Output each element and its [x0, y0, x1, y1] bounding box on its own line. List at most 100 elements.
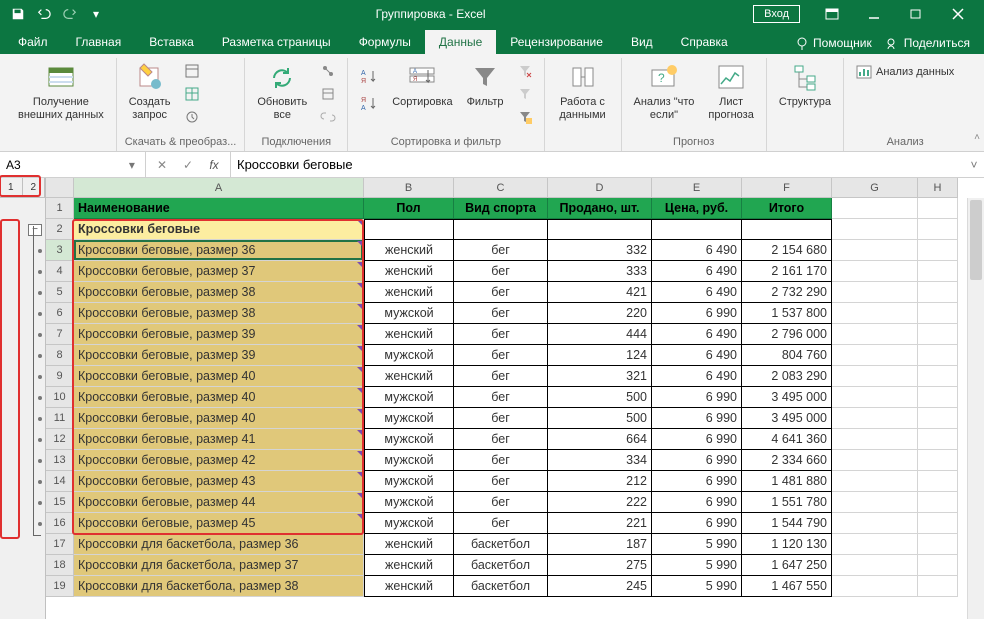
cell-d-17[interactable]: 187 [548, 534, 652, 555]
col-header-A[interactable]: A [74, 178, 364, 198]
cell-e-11[interactable]: 6 990 [652, 408, 742, 429]
group-header-cell[interactable]: Кроссовки беговые [74, 219, 364, 240]
row-header-19[interactable]: 19 [46, 576, 74, 597]
tab-layout[interactable]: Разметка страницы [208, 30, 345, 54]
cell-e-14[interactable]: 6 990 [652, 471, 742, 492]
empty-cell[interactable] [918, 219, 958, 240]
empty-cell[interactable] [918, 534, 958, 555]
row-header-4[interactable]: 4 [46, 261, 74, 282]
data-cell[interactable] [742, 219, 832, 240]
cell-a-6[interactable]: Кроссовки беговые, размер 38 [74, 303, 364, 324]
cell-d-10[interactable]: 500 [548, 387, 652, 408]
cell-f-15[interactable]: 1 551 780 [742, 492, 832, 513]
cell-b-11[interactable]: мужской [364, 408, 454, 429]
empty-cell[interactable] [918, 240, 958, 261]
cell-d-7[interactable]: 444 [548, 324, 652, 345]
data-analysis-button[interactable]: Анализ данных [852, 62, 958, 82]
cell-d-14[interactable]: 212 [548, 471, 652, 492]
cell-f-16[interactable]: 1 544 790 [742, 513, 832, 534]
cell-c-8[interactable]: бег [454, 345, 548, 366]
cell-b-16[interactable]: мужской [364, 513, 454, 534]
cell-a-10[interactable]: Кроссовки беговые, размер 40 [74, 387, 364, 408]
cell-c-7[interactable]: бег [454, 324, 548, 345]
show-queries-button[interactable] [181, 60, 203, 82]
formula-input[interactable] [237, 157, 958, 172]
data-cell[interactable] [548, 219, 652, 240]
cell-c-16[interactable]: бег [454, 513, 548, 534]
tab-home[interactable]: Главная [62, 30, 136, 54]
col-header-G[interactable]: G [832, 178, 918, 198]
cell-f-7[interactable]: 2 796 000 [742, 324, 832, 345]
collapse-ribbon-icon[interactable]: ˄ [974, 132, 980, 143]
cell-c-18[interactable]: баскетбол [454, 555, 548, 576]
empty-cell[interactable] [832, 492, 918, 513]
empty-cell[interactable] [918, 471, 958, 492]
ribbon-options-icon[interactable] [812, 1, 852, 27]
empty-cell[interactable] [832, 471, 918, 492]
qat-customize-icon[interactable]: ▾ [84, 2, 108, 26]
cell-e-3[interactable]: 6 490 [652, 240, 742, 261]
cell-b-6[interactable]: мужской [364, 303, 454, 324]
tell-me-button[interactable]: Помощник [795, 36, 872, 50]
cell-a-14[interactable]: Кроссовки беговые, размер 43 [74, 471, 364, 492]
cell-a-4[interactable]: Кроссовки беговые, размер 37 [74, 261, 364, 282]
row-header-3[interactable]: 3 [46, 240, 74, 261]
cell-f-8[interactable]: 804 760 [742, 345, 832, 366]
undo-button[interactable] [32, 2, 56, 26]
sort-az-button[interactable]: AЯ [356, 64, 382, 90]
cell-d-6[interactable]: 220 [548, 303, 652, 324]
filter-button[interactable]: Фильтр [463, 58, 508, 113]
cell-d-12[interactable]: 664 [548, 429, 652, 450]
cell-d-13[interactable]: 334 [548, 450, 652, 471]
cell-b-18[interactable]: женский [364, 555, 454, 576]
properties-button[interactable] [317, 83, 339, 105]
sort-button[interactable]: AЯ Сортировка [388, 58, 456, 113]
col-header-C[interactable]: C [454, 178, 548, 198]
row-header-9[interactable]: 9 [46, 366, 74, 387]
empty-cell[interactable] [832, 387, 918, 408]
cell-e-17[interactable]: 5 990 [652, 534, 742, 555]
data-cell[interactable] [652, 219, 742, 240]
row-header-14[interactable]: 14 [46, 471, 74, 492]
cell-d-9[interactable]: 321 [548, 366, 652, 387]
empty-cell[interactable] [918, 450, 958, 471]
cell-a-17[interactable]: Кроссовки для баскетбола, размер 36 [74, 534, 364, 555]
cell-a-16[interactable]: Кроссовки беговые, размер 45 [74, 513, 364, 534]
empty-cell[interactable] [832, 513, 918, 534]
cell-d-5[interactable]: 421 [548, 282, 652, 303]
cell-a-7[interactable]: Кроссовки беговые, размер 39 [74, 324, 364, 345]
advanced-filter-button[interactable] [514, 106, 536, 128]
empty-cell[interactable] [832, 345, 918, 366]
cell-d-4[interactable]: 333 [548, 261, 652, 282]
empty-cell[interactable] [918, 261, 958, 282]
cell-e-16[interactable]: 6 990 [652, 513, 742, 534]
cell-b-19[interactable]: женский [364, 576, 454, 597]
refresh-all-button[interactable]: Обновить все [253, 58, 311, 125]
structure-button[interactable]: Структура [775, 58, 835, 113]
empty-cell[interactable] [832, 219, 918, 240]
cell-f-11[interactable]: 3 495 000 [742, 408, 832, 429]
cell-d-16[interactable]: 221 [548, 513, 652, 534]
cell-b-13[interactable]: мужской [364, 450, 454, 471]
cell-f-13[interactable]: 2 334 660 [742, 450, 832, 471]
row-header-17[interactable]: 17 [46, 534, 74, 555]
empty-cell[interactable] [918, 492, 958, 513]
empty-cell[interactable] [918, 555, 958, 576]
cell-f-12[interactable]: 4 641 360 [742, 429, 832, 450]
cell-c-17[interactable]: баскетбол [454, 534, 548, 555]
cell-e-12[interactable]: 6 990 [652, 429, 742, 450]
cell-d-15[interactable]: 222 [548, 492, 652, 513]
row-header-1[interactable]: 1 [46, 198, 74, 219]
cell-c-6[interactable]: бег [454, 303, 548, 324]
cell-d-19[interactable]: 245 [548, 576, 652, 597]
reapply-filter-button[interactable] [514, 83, 536, 105]
row-header-15[interactable]: 15 [46, 492, 74, 513]
cell-c-9[interactable]: бег [454, 366, 548, 387]
cell-d-8[interactable]: 124 [548, 345, 652, 366]
empty-cell[interactable] [832, 408, 918, 429]
outline-level-1[interactable]: 1 [0, 178, 23, 197]
empty-cell[interactable] [832, 450, 918, 471]
cell-d-3[interactable]: 332 [548, 240, 652, 261]
cell-f-10[interactable]: 3 495 000 [742, 387, 832, 408]
row-header-2[interactable]: 2 [46, 219, 74, 240]
